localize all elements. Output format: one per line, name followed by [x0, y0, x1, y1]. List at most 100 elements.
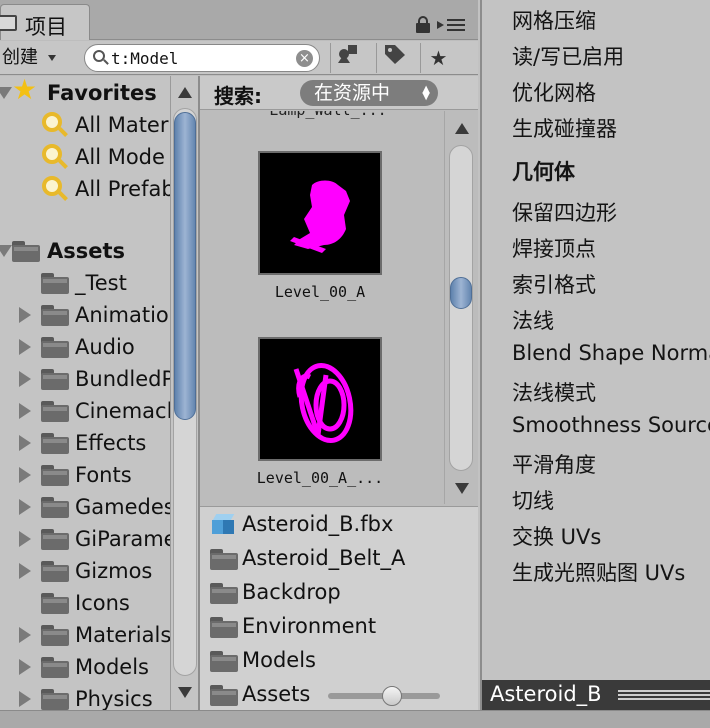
collapsed-arrow-icon[interactable] [19, 435, 31, 451]
search-icon [93, 50, 105, 62]
collapsed-arrow-icon[interactable] [19, 627, 31, 643]
folder-icon [210, 649, 238, 672]
asset-grid: Lamp_Wall_... Level_00_A Level_00_A_... [200, 111, 478, 504]
tree-item-label: All Mater [75, 113, 169, 137]
tree-item-label: Icons [75, 591, 130, 615]
scroll-thumb[interactable] [174, 112, 196, 420]
tree-item-label: All Mode [75, 145, 165, 169]
collapsed-arrow-icon[interactable] [19, 659, 31, 675]
collapsed-arrow-icon[interactable] [19, 339, 31, 355]
list-item-label: Backdrop [242, 580, 341, 604]
tree-item[interactable]: Audio [0, 331, 170, 363]
folder-icon [41, 303, 69, 326]
list-item[interactable]: Backdrop [200, 575, 478, 609]
folder-icon [210, 615, 238, 638]
tree-item[interactable]: Gizmos [0, 555, 170, 587]
slider-knob[interactable] [382, 686, 402, 706]
tree-item[interactable]: Fonts [0, 459, 170, 491]
collapsed-arrow-icon[interactable] [19, 563, 31, 579]
folder-tree: ★ Favorites All Mater All Mode All Prefa… [0, 76, 198, 710]
filter-by-type-icon[interactable] [330, 43, 366, 73]
asset-list: Asteroid_B.fbx Asteroid_Belt_A Backdrop Env… [200, 506, 478, 710]
scroll-down-icon[interactable] [178, 687, 192, 698]
scroll-down-icon[interactable] [455, 483, 469, 494]
window-menu-icon[interactable] [437, 16, 467, 32]
search-field[interactable]: × [84, 44, 320, 72]
grid-scrollbar[interactable] [444, 111, 478, 504]
tree-item-label: Gamedes [75, 495, 175, 519]
inspector-field-label: 焊接顶点 [512, 237, 596, 261]
lock-icon[interactable] [416, 16, 430, 33]
list-item[interactable]: Models [200, 643, 478, 677]
asset-thumbnail[interactable] [258, 337, 382, 461]
tree-item[interactable]: Animatio [0, 299, 170, 331]
tree-item[interactable]: All Prefab [0, 173, 175, 205]
resize-grip-icon[interactable] [618, 690, 710, 700]
inspector-field-label: 生成光照贴图 UVs [512, 561, 686, 585]
tree-item[interactable]: Materials [0, 619, 171, 651]
icon-size-slider[interactable] [328, 686, 440, 706]
create-label: 创建 [2, 47, 38, 68]
tree-item[interactable]: All Mode [0, 141, 170, 173]
expanded-arrow-icon[interactable] [0, 87, 12, 99]
search-scope-dropdown[interactable]: 在资源中 ▲ ▼ [300, 80, 438, 106]
tree-favorites[interactable]: ★ Favorites [0, 76, 170, 109]
filter-by-label-icon[interactable] [376, 43, 412, 73]
inspector-section-header: 几何体 [512, 160, 575, 184]
collapsed-arrow-icon[interactable] [19, 467, 31, 483]
scroll-up-icon[interactable] [455, 123, 469, 134]
inspector-field-label: 生成碰撞器 [512, 117, 617, 141]
inspector-field-label: 平滑角度 [512, 453, 596, 477]
tree-item[interactable]: Models [0, 651, 170, 683]
inspector-field-label: Smoothness Source [512, 413, 710, 437]
collapsed-arrow-icon[interactable] [19, 531, 31, 547]
list-item[interactable]: Assets [200, 677, 320, 711]
collapsed-arrow-icon[interactable] [19, 307, 31, 323]
search-input[interactable] [111, 47, 291, 69]
collapsed-arrow-icon[interactable] [19, 691, 31, 707]
tree-item-label: Physics [75, 687, 153, 710]
tree-item[interactable]: BundledP [0, 363, 174, 395]
tree-item[interactable]: Icons [0, 587, 170, 619]
tree-item-label: Models [75, 655, 149, 679]
list-item[interactable]: Asteroid_Belt_A [200, 541, 478, 575]
saved-search-icon [42, 112, 68, 138]
status-bar [0, 710, 710, 728]
tree-item-label: Fonts [75, 463, 132, 487]
list-item[interactable]: Environment [200, 609, 478, 643]
favorites-star-icon[interactable]: ★ [420, 43, 456, 73]
inspector-field-label: 保留四边形 [512, 201, 617, 225]
scroll-up-icon[interactable] [178, 87, 192, 98]
tree-item[interactable]: GiParame [0, 523, 177, 555]
create-dropdown-button[interactable]: 创建 [0, 45, 60, 71]
tree-scrollbar[interactable] [170, 76, 198, 710]
saved-search-icon [42, 176, 68, 202]
tree-item[interactable]: Physics [0, 683, 170, 710]
tree-item-label: Effects [75, 431, 147, 455]
collapsed-arrow-icon[interactable] [19, 499, 31, 515]
tree-item[interactable]: All Mater [0, 109, 170, 141]
folder-icon [0, 15, 17, 31]
tree-favorites-label: Favorites [47, 81, 157, 105]
tree-item[interactable]: Cinemacl [0, 395, 172, 427]
collapsed-arrow-icon[interactable] [19, 371, 31, 387]
up-down-arrows-icon: ▲ ▼ [422, 84, 430, 102]
clear-search-icon[interactable]: × [296, 50, 313, 67]
project-tab-bar: 项目 [0, 0, 478, 40]
expanded-arrow-icon[interactable] [0, 245, 12, 257]
project-toolbar: 创建 × ★ [0, 41, 478, 75]
preview-bar[interactable]: Asteroid_B [480, 680, 710, 710]
asset-thumbnail[interactable] [258, 151, 382, 275]
tree-item[interactable]: Effects [0, 427, 170, 459]
scroll-thumb[interactable] [450, 277, 472, 309]
tab-project[interactable]: 项目 [0, 4, 90, 40]
favorites-star-icon: ★ [12, 76, 38, 106]
list-item-label: Asteroid_Belt_A [242, 546, 406, 570]
tree-assets[interactable]: Assets [0, 235, 170, 267]
collapsed-arrow-icon[interactable] [19, 403, 31, 419]
list-item[interactable]: Asteroid_B.fbx [200, 507, 478, 541]
tree-item[interactable]: Gamedes [0, 491, 175, 523]
tree-item[interactable]: _Test [0, 267, 170, 299]
list-item-label: Asteroid_B.fbx [242, 512, 394, 536]
folder-icon [41, 623, 69, 646]
